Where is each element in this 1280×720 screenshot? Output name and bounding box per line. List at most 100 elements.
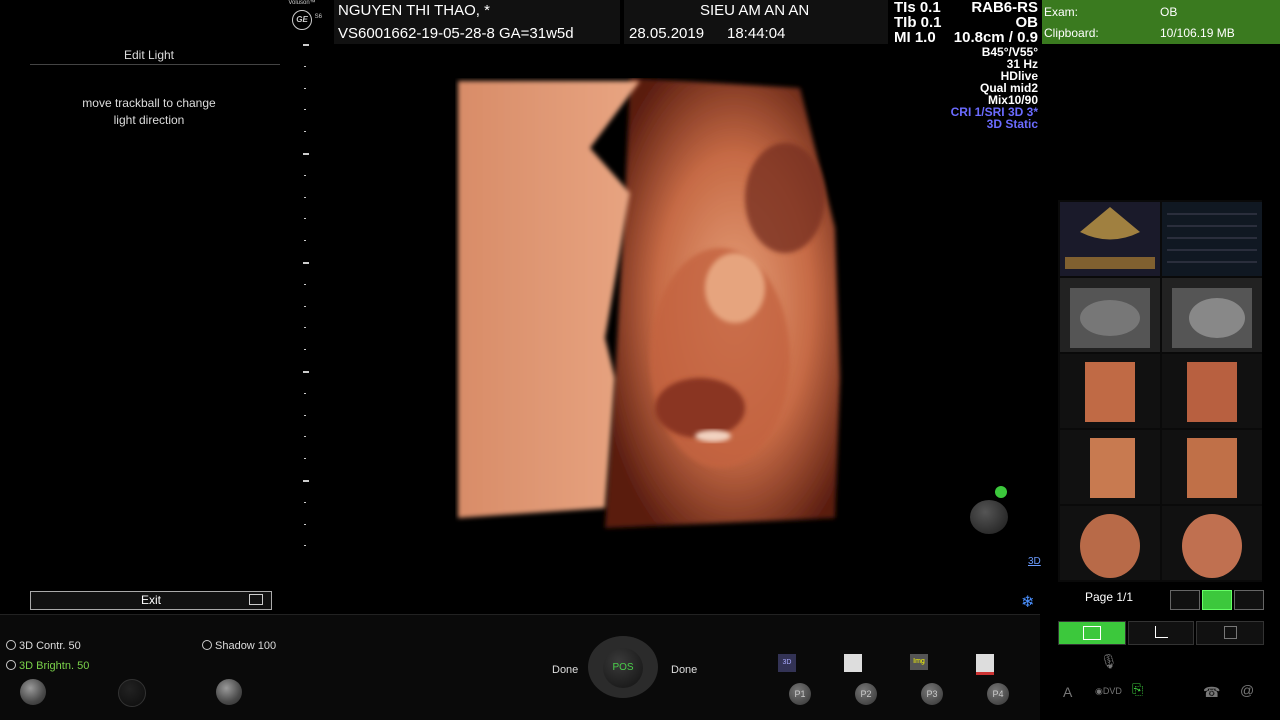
voluson-brand: Voluson™	[288, 0, 316, 6]
divider	[30, 64, 280, 65]
patient-name: NGUYEN THI THAO, *	[338, 2, 490, 19]
exit-button[interactable]: Exit	[30, 591, 272, 610]
checkbox-icon	[1223, 626, 1237, 639]
scale-tick	[304, 436, 306, 438]
dvd-icon[interactable]: ◉DVD	[1095, 686, 1122, 697]
phone-icon[interactable]: ☎	[1203, 684, 1220, 701]
thumbnail-3[interactable]	[1060, 278, 1160, 352]
exam-value: OB	[1160, 5, 1178, 19]
shadow-label: Shadow 100	[215, 640, 277, 652]
network-icon[interactable]: ⎘	[1132, 681, 1143, 698]
dvd-label: DVD	[1102, 686, 1122, 696]
p3-button[interactable]: P3	[921, 683, 943, 705]
mi-value: MI 1.0	[894, 29, 936, 46]
fetal-3d-render	[458, 78, 840, 528]
bottom-control-bar	[0, 614, 1040, 720]
brightness-label: 3D Brightn. 50	[19, 660, 90, 672]
thumbnail-grid	[1058, 200, 1262, 582]
clipboard-label: Clipboard:	[1044, 26, 1099, 40]
voluson-model: S6	[314, 14, 322, 20]
scale-tick	[303, 480, 309, 482]
thumbnail-5[interactable]	[1060, 354, 1160, 428]
scale-tick	[304, 240, 306, 242]
edit-light-title: Edit Light	[123, 48, 175, 62]
scale-tick	[304, 174, 306, 176]
table-icon	[1083, 626, 1101, 640]
scale-tick	[304, 458, 306, 460]
done-left-button[interactable]: Done	[552, 664, 578, 676]
exam-date: 28.05.2019	[629, 25, 705, 42]
mode-3d-indicator: 3D	[1028, 556, 1041, 567]
exam-info-panel: Exam: OB Clipboard: 10/106.19 MB	[1042, 0, 1280, 44]
tab-check[interactable]	[1196, 621, 1264, 645]
scale-tick	[303, 371, 309, 373]
p4-button[interactable]: P4	[987, 683, 1009, 705]
scale-tick	[304, 109, 306, 111]
bottom-divider	[0, 614, 1040, 615]
layout-grid-button[interactable]	[1234, 590, 1264, 610]
print-icon-2[interactable]	[976, 654, 994, 675]
depth-value: 10.8cm / 0.9	[953, 29, 1038, 46]
image-icon[interactable]: Img	[910, 654, 928, 670]
voluson-logo: Voluson™ GE S6	[282, 0, 322, 36]
save-3d-icon[interactable]: 3D	[778, 654, 796, 672]
exit-icon	[249, 594, 263, 605]
light-direction-sphere[interactable]	[970, 500, 1008, 534]
scale-tick	[304, 196, 306, 198]
exam-time: 18:44:04	[727, 25, 786, 42]
instruction-line-1: move trackball to change	[82, 96, 216, 110]
scale-tick	[304, 523, 306, 525]
chart-icon	[1154, 626, 1168, 638]
scale-tick	[303, 262, 309, 264]
instruction-line-2: light direction	[113, 113, 185, 127]
layout-list-button[interactable]	[1202, 590, 1232, 610]
thumbnail-8[interactable]	[1162, 430, 1262, 504]
depth-scale	[300, 44, 314, 554]
microphone-icon[interactable]: 🎙	[1100, 653, 1118, 670]
pos-button[interactable]: POS	[603, 648, 643, 688]
ge-text: GE	[296, 15, 308, 24]
light-source-icon	[995, 486, 1007, 498]
tab-chart[interactable]	[1128, 621, 1194, 645]
scale-tick	[304, 501, 306, 503]
scale-tick	[304, 65, 306, 67]
contrast-control[interactable]: 3D Contr. 50	[6, 640, 81, 652]
thumbnail-1[interactable]	[1060, 202, 1160, 276]
p1-button[interactable]: P1	[789, 683, 811, 705]
thumbnail-4[interactable]	[1162, 278, 1262, 352]
knob-1[interactable]	[20, 679, 46, 705]
scale-tick	[304, 218, 306, 220]
scale-tick	[303, 153, 309, 155]
param-3d-static: 3D Static	[986, 117, 1038, 131]
scale-tick	[304, 392, 306, 394]
shadow-control[interactable]: Shadow 100	[202, 640, 276, 652]
page-indicator: Page 1/1	[1084, 590, 1134, 604]
exam-label: Exam:	[1044, 5, 1079, 19]
knob-2[interactable]	[118, 679, 146, 707]
scale-tick	[303, 44, 309, 46]
thumbnail-10[interactable]	[1162, 506, 1262, 580]
snowflake-icon: ❄	[1021, 594, 1035, 611]
thumbnail-6[interactable]	[1162, 354, 1262, 428]
font-icon[interactable]: A	[1063, 684, 1072, 700]
thumbnail-7[interactable]	[1060, 430, 1160, 504]
scale-tick	[304, 349, 306, 351]
imaging-params: B45°/V55° 31 Hz HDlive Qual mid2 Mix10/9…	[951, 46, 1038, 130]
p2-button[interactable]: P2	[855, 683, 877, 705]
ge-logo-icon: GE	[292, 10, 312, 30]
tab-table[interactable]	[1058, 621, 1126, 645]
at-icon[interactable]: @	[1240, 682, 1254, 698]
print-icon-1[interactable]	[844, 654, 862, 672]
knob-3[interactable]	[216, 679, 242, 705]
done-right-button[interactable]: Done	[671, 664, 697, 676]
scale-tick	[304, 87, 306, 89]
scale-tick	[304, 305, 306, 307]
exit-label: Exit	[140, 593, 161, 607]
thumbnail-9[interactable]	[1060, 506, 1160, 580]
scale-tick	[304, 131, 306, 133]
instruction-text: move trackball to change light direction	[30, 95, 268, 129]
brightness-control[interactable]: 3D Brightn. 50	[6, 660, 89, 672]
scale-tick	[304, 327, 306, 329]
thumbnail-2[interactable]	[1162, 202, 1262, 276]
layout-single-button[interactable]	[1170, 590, 1200, 610]
